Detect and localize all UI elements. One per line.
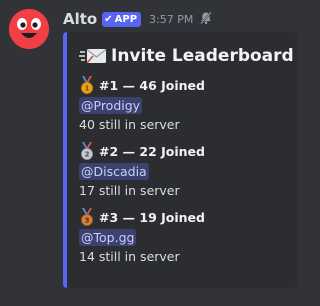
user-mention[interactable]: @Discadia — [79, 163, 149, 180]
user-mention[interactable]: @Top.gg — [79, 229, 137, 246]
leaderboard-embed: Invite Leaderboard 1 #1 — 46 Joined @Pro… — [63, 32, 297, 288]
bot-avatar[interactable] — [9, 9, 49, 49]
rank-text: #2 — 22 Joined — [99, 143, 205, 159]
rank-line: 2 #2 — 22 Joined — [79, 142, 285, 160]
verified-check-icon: ✔ — [104, 13, 113, 25]
embed-title: Invite Leaderboard — [79, 46, 294, 66]
message-header: Alto ✔ APP 3:57 PM — [63, 8, 213, 30]
smiley-face-icon — [9, 9, 49, 49]
still-in-server-text: 14 still in server — [79, 249, 180, 264]
timestamp[interactable]: 3:57 PM — [149, 13, 193, 26]
svg-text:1: 1 — [85, 85, 90, 93]
user-mention[interactable]: @Prodigy — [79, 97, 143, 114]
username[interactable]: Alto — [63, 10, 97, 28]
third-place-medal-icon: 3 — [79, 208, 95, 226]
rank-text: #3 — 19 Joined — [99, 209, 205, 225]
rank-line: 1 #1 — 46 Joined — [79, 76, 285, 94]
first-place-medal-icon: 1 — [79, 76, 95, 94]
leaderboard-entry: 1 #1 — 46 Joined @Prodigy 40 still in se… — [79, 76, 285, 132]
app-badge: ✔ APP — [102, 11, 142, 27]
envelope-with-arrow-icon — [79, 46, 107, 66]
still-in-server-text: 17 still in server — [79, 183, 180, 198]
leaderboard-entry: 2 #2 — 22 Joined @Discadia 17 still in s… — [79, 142, 285, 198]
second-place-medal-icon: 2 — [79, 142, 95, 160]
app-badge-label: APP — [114, 13, 138, 25]
rank-text: #1 — 46 Joined — [99, 77, 205, 93]
svg-text:2: 2 — [85, 151, 90, 159]
svg-text:3: 3 — [85, 217, 90, 225]
muted-bell-icon — [199, 10, 213, 29]
rank-line: 3 #3 — 19 Joined — [79, 208, 285, 226]
embed-title-text: Invite Leaderboard — [111, 46, 294, 66]
still-in-server-text: 40 still in server — [79, 117, 180, 132]
leaderboard-entry: 3 #3 — 19 Joined @Top.gg 14 still in ser… — [79, 208, 285, 264]
